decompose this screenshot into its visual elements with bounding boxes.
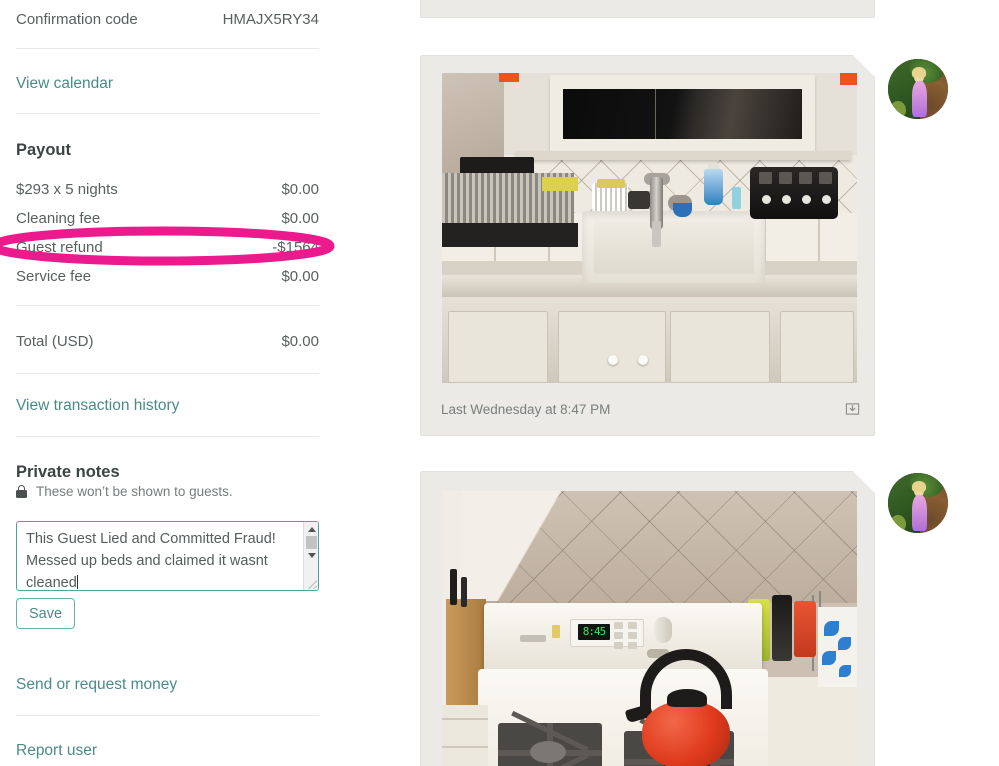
details-sidebar: Confirmation code HMAJX5RY34 View calend… bbox=[0, 0, 400, 766]
divider bbox=[16, 48, 319, 49]
message-card[interactable]: Last Wednesday at 8:47 PM bbox=[420, 55, 875, 436]
send-or-request-money-link[interactable]: Send or request money bbox=[16, 675, 319, 695]
stove-kettle-photo[interactable]: 8:45 bbox=[442, 491, 857, 766]
payout-total-value: $0.00 bbox=[281, 333, 319, 350]
payout-total-label: Total (USD) bbox=[16, 333, 94, 350]
private-notes-textarea[interactable]: This Guest Lied and Committed Fraud! Mes… bbox=[16, 521, 319, 591]
payout-row-value: $0.00 bbox=[281, 210, 319, 227]
payout-row-label: Cleaning fee bbox=[16, 210, 101, 227]
divider bbox=[16, 715, 319, 716]
scroll-down-icon[interactable] bbox=[304, 548, 318, 562]
bubble-tail bbox=[853, 471, 875, 493]
private-notes-subtitle: These won’t be shown to guests. bbox=[16, 484, 233, 499]
payout-heading: Payout bbox=[16, 141, 72, 159]
view-transaction-history-link[interactable]: View transaction history bbox=[16, 396, 319, 416]
scroll-up-icon[interactable] bbox=[304, 522, 318, 536]
payout-row-cleaning-fee: Cleaning fee $0.00 bbox=[16, 204, 319, 233]
divider bbox=[16, 113, 319, 114]
confirmation-code-row: Confirmation code HMAJX5RY34 bbox=[16, 5, 319, 34]
divider bbox=[16, 436, 319, 437]
payout-row-service-fee: Service fee $0.00 bbox=[16, 262, 319, 291]
report-user-link[interactable]: Report user bbox=[16, 741, 319, 761]
guest-avatar[interactable] bbox=[888, 59, 948, 119]
payout-row-nights: $293 x 5 nights $0.00 bbox=[16, 175, 319, 204]
resize-handle-icon[interactable] bbox=[305, 577, 317, 589]
payout-row-value: -$1564 bbox=[272, 239, 319, 256]
stove-clock-display: 8:45 bbox=[582, 625, 607, 638]
divider bbox=[16, 305, 319, 306]
reservation-details-page: Confirmation code HMAJX5RY34 View calend… bbox=[0, 0, 999, 766]
payout-row-label: Service fee bbox=[16, 268, 92, 285]
payout-row-guest-refund: Guest refund -$1564 bbox=[16, 233, 319, 262]
confirmation-code-label: Confirmation code bbox=[16, 11, 138, 28]
message-card-partial[interactable] bbox=[420, 0, 875, 18]
payout-row-value: $0.00 bbox=[281, 181, 319, 198]
bubble-tail bbox=[853, 55, 875, 77]
divider bbox=[16, 373, 319, 374]
message-footer: Last Wednesday at 8:47 PM bbox=[421, 383, 876, 435]
confirmation-code-value: HMAJX5RY34 bbox=[222, 11, 319, 28]
guest-avatar[interactable] bbox=[888, 473, 948, 533]
download-icon[interactable] bbox=[845, 401, 860, 417]
text-cursor bbox=[76, 575, 78, 589]
message-card[interactable]: 8:45 bbox=[420, 471, 875, 766]
payout-row-value: $0.00 bbox=[281, 268, 319, 285]
kitchen-sink-photo[interactable] bbox=[442, 73, 857, 383]
lock-icon bbox=[16, 485, 27, 498]
message-thread: Last Wednesday at 8:47 PM 8:45 bbox=[420, 0, 999, 766]
save-button[interactable]: Save bbox=[16, 598, 75, 629]
view-calendar-link[interactable]: View calendar bbox=[16, 74, 319, 94]
private-notes-subtitle-text: These won’t be shown to guests. bbox=[36, 484, 233, 499]
payout-row-label: Guest refund bbox=[16, 239, 103, 256]
private-notes-value: This Guest Lied and Committed Fraud! Mes… bbox=[26, 531, 280, 590]
message-timestamp: Last Wednesday at 8:47 PM bbox=[441, 401, 611, 417]
private-notes-heading: Private notes bbox=[16, 463, 120, 481]
payout-row-label: $293 x 5 nights bbox=[16, 181, 118, 198]
payout-total-row: Total (USD) $0.00 bbox=[16, 327, 319, 356]
